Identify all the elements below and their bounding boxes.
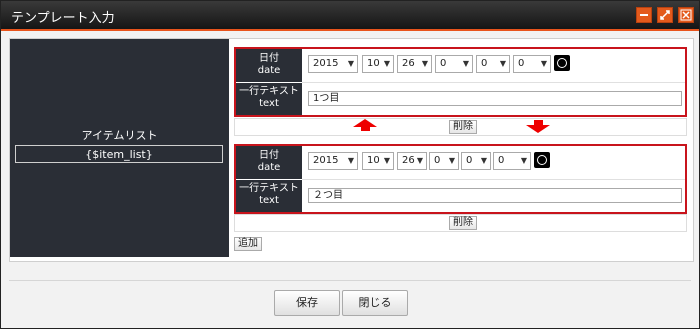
arrow-up-icon[interactable] (353, 119, 377, 127)
second-select[interactable]: 0 ▼ (493, 152, 531, 170)
window-title: テンプレート入力 (11, 11, 115, 26)
template-content: アイテムリスト {$item_list} 日付 date 2015 ▼ 10 ▼ 2… (9, 38, 694, 262)
delete-button[interactable]: 削除 (449, 216, 477, 230)
close-icon[interactable] (678, 7, 694, 23)
clock-icon[interactable] (534, 152, 550, 168)
item-list-label: アイテムリスト (81, 129, 158, 142)
template-input-dialog: テンプレート入力 アイテムリスト {$item_list} 日付 date 20… (0, 0, 700, 329)
add-button[interactable]: 追加 (234, 237, 262, 251)
delete-row: 削除 (234, 118, 687, 136)
minimize-icon[interactable] (636, 7, 652, 23)
maximize-icon[interactable] (657, 7, 673, 23)
date-label: 日付 date (236, 146, 302, 179)
item-list-variable: {$item_list} (15, 145, 223, 163)
text-label: 一行テキスト text (236, 180, 302, 212)
hour-select[interactable]: 0 ▼ (429, 152, 459, 170)
delete-button[interactable]: 削除 (449, 120, 477, 134)
month-select[interactable]: 10 ▼ (362, 152, 394, 170)
arrow-down-icon[interactable] (526, 125, 550, 133)
text-label: 一行テキスト text (236, 83, 302, 115)
delete-row: 削除 (234, 214, 687, 232)
second-select[interactable]: 0 ▼ (513, 55, 551, 73)
month-select[interactable]: 10 ▼ (362, 55, 394, 73)
year-select[interactable]: 2015 ▼ (308, 152, 358, 170)
row-divider (302, 179, 685, 180)
footer-divider (9, 280, 691, 281)
save-button[interactable]: 保存 (274, 290, 340, 316)
day-select[interactable]: 26 ▼ (397, 55, 432, 73)
day-select[interactable]: 26 ▼ (397, 152, 427, 170)
item-list-panel: アイテムリスト {$item_list} (10, 39, 229, 257)
list-item: 日付 date 2015 ▼ 10 ▼ 26 ▼ 0 ▼ 0 ▼ 0 ▼ 一行テキスト te… (234, 144, 687, 214)
text-input[interactable]: ２つ目 (308, 188, 682, 203)
arrow-up-stem (361, 127, 370, 131)
close-button[interactable]: 閉じる (342, 290, 408, 316)
minute-select[interactable]: 0 ▼ (461, 152, 491, 170)
row-divider (302, 82, 685, 83)
list-item: 日付 date 2015 ▼ 10 ▼ 26 ▼ 0 ▼ 0 ▼ 0 ▼ 一行テキスト te… (234, 47, 687, 117)
text-input[interactable]: 1つ目 (308, 91, 682, 106)
minute-select[interactable]: 0 ▼ (476, 55, 510, 73)
clock-icon[interactable] (554, 55, 570, 71)
date-label: 日付 date (236, 49, 302, 82)
hour-select[interactable]: 0 ▼ (435, 55, 473, 73)
year-select[interactable]: 2015 ▼ (308, 55, 358, 73)
title-bar: テンプレート入力 (1, 1, 699, 31)
